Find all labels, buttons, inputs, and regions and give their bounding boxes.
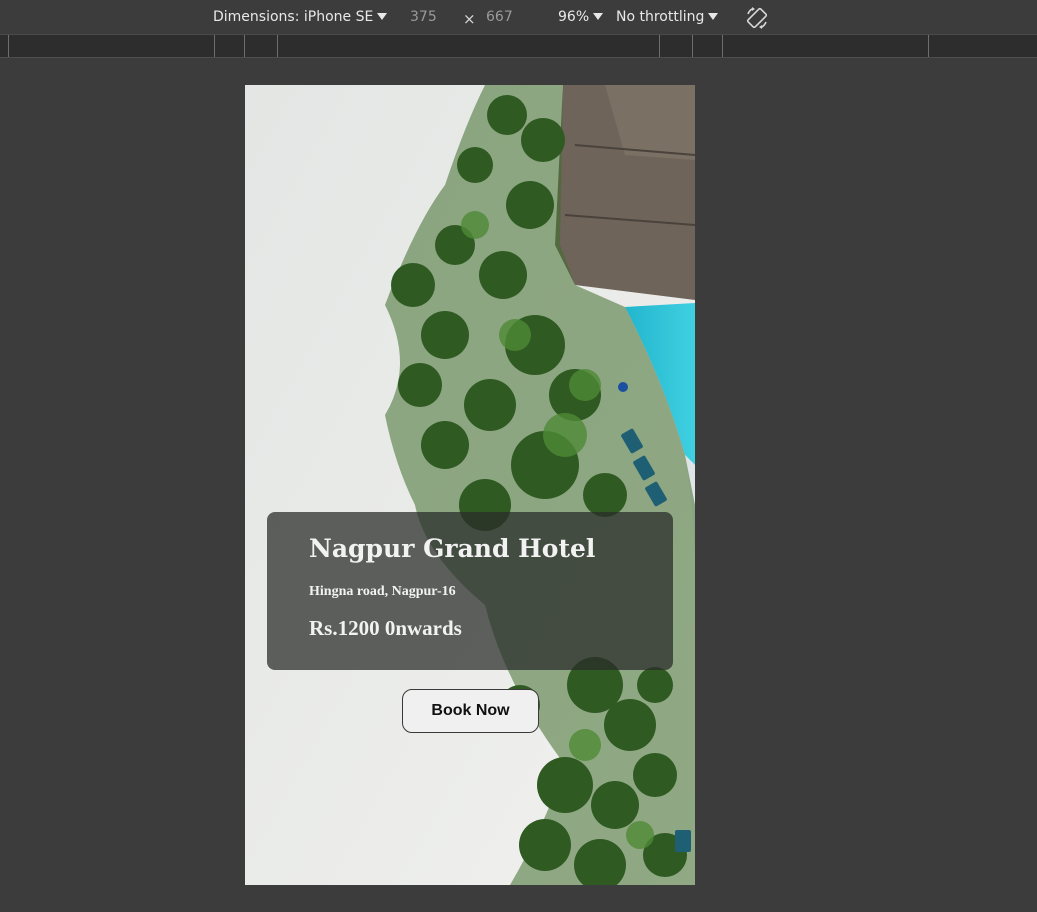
hotel-info-card: Nagpur Grand Hotel Hingna road, Nagpur-1… [267, 512, 673, 670]
chevron-down-icon [377, 12, 388, 20]
rotate-device-icon[interactable] [744, 5, 770, 31]
hero-background-image [245, 85, 695, 885]
width-value: 375 [410, 9, 437, 25]
throttling-dropdown[interactable]: No throttling [616, 9, 719, 25]
ruler-tick[interactable] [244, 35, 245, 57]
chevron-down-icon [708, 12, 719, 20]
media-query-bar [0, 35, 1037, 58]
device-label: Dimensions: iPhone SE [213, 9, 374, 25]
hotel-price: Rs.1200 0nwards [309, 616, 462, 640]
width-input[interactable]: 375 [410, 9, 437, 25]
zoom-dropdown[interactable]: 96% [558, 9, 604, 25]
throttling-label: No throttling [616, 9, 705, 25]
ruler-tick[interactable] [8, 35, 9, 57]
ruler-tick[interactable] [692, 35, 693, 57]
ruler-tick[interactable] [659, 35, 660, 57]
hotel-address: Hingna road, Nagpur-16 [309, 584, 456, 599]
chevron-down-icon [593, 12, 604, 20]
times-separator: × [463, 10, 476, 28]
ruler-tick[interactable] [928, 35, 929, 57]
height-input[interactable]: 667 [486, 9, 513, 25]
device-viewport: Nagpur Grand Hotel Hingna road, Nagpur-1… [245, 85, 695, 885]
height-value: 667 [486, 9, 513, 25]
device-toolbar: Dimensions: iPhone SE 375 × 667 96% No t… [0, 0, 1037, 35]
ruler-tick[interactable] [277, 35, 278, 57]
times-symbol: × [463, 10, 476, 28]
book-now-button[interactable]: Book Now [402, 689, 539, 733]
ruler-tick[interactable] [214, 35, 215, 57]
device-dropdown[interactable]: Dimensions: iPhone SE [213, 9, 388, 25]
ruler-tick[interactable] [722, 35, 723, 57]
zoom-label: 96% [558, 9, 590, 25]
hotel-name: Nagpur Grand Hotel [309, 534, 596, 563]
